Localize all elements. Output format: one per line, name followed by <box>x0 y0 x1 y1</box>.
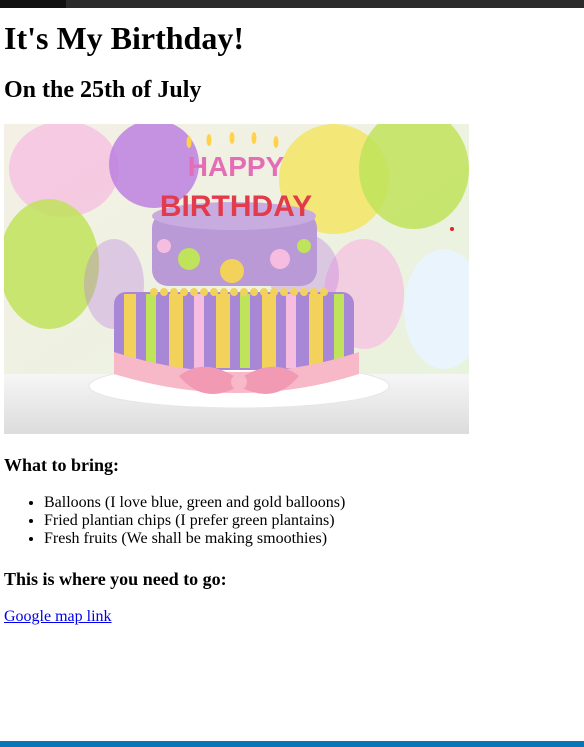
page-title: It's My Birthday! <box>4 20 244 56</box>
location-heading: This is where you need to go: <box>4 569 227 589</box>
browser-tab[interactable] <box>0 0 66 8</box>
list-item: Fresh fruits (We shall be making smoothi… <box>44 530 580 548</box>
cake-text-happy: HAPPY <box>188 151 285 182</box>
google-map-link[interactable]: Google map link <box>4 608 112 626</box>
list-item: Fried plantian chips (I prefer green pla… <box>44 512 580 530</box>
birthday-cake-image: HAPPY BIRTHDAY <box>4 124 469 434</box>
browser-top-bar <box>0 0 584 8</box>
cake-text-birthday: BIRTHDAY <box>160 190 312 223</box>
bring-list: Balloons (I love blue, green and gold ba… <box>4 494 580 548</box>
page-content: It's My Birthday! On the 25th of July HA… <box>4 8 580 626</box>
bring-heading: What to bring: <box>4 455 120 475</box>
list-item: Balloons (I love blue, green and gold ba… <box>44 494 580 512</box>
bottom-bar <box>0 741 584 747</box>
page-subtitle: On the 25th of July <box>4 77 202 103</box>
